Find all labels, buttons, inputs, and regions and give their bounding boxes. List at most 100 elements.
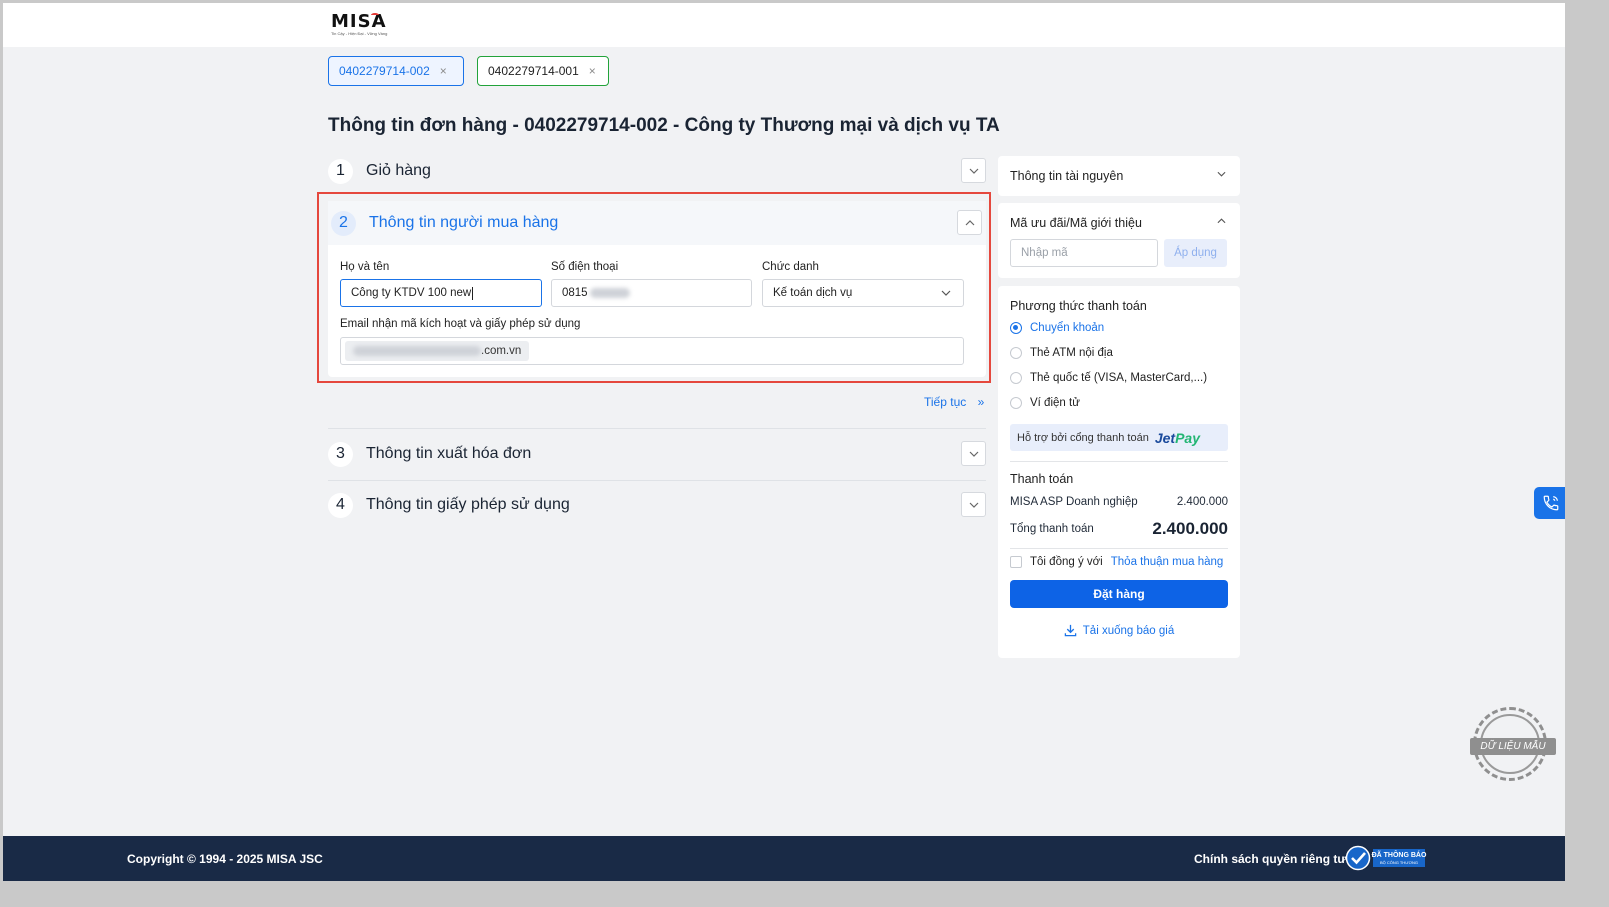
chevron-down-icon — [969, 502, 978, 508]
divider — [1010, 461, 1228, 462]
payment-option-label: Thẻ ATM nội địa — [1030, 347, 1113, 359]
chevron-down-icon — [969, 168, 978, 174]
download-quote-link[interactable]: Tải xuống báo giá — [998, 624, 1240, 637]
section-title: Thông tin xuất hóa đơn — [366, 445, 532, 462]
apply-button[interactable]: Áp dụng — [1164, 239, 1227, 267]
jetpay-logo-pay: Pay — [1175, 429, 1200, 446]
blurred-phone-digits — [589, 288, 630, 298]
collapse-button[interactable] — [957, 210, 982, 235]
phone-icon — [1543, 495, 1559, 511]
logo-accent-mark — [371, 13, 379, 17]
payment-option-atm[interactable]: Thẻ ATM nội địa — [1010, 347, 1113, 359]
tab-order-001[interactable]: 0402279714-001 × — [477, 56, 609, 86]
payment-option-label: Thẻ quốc tế (VISA, MasterCard,...) — [1030, 372, 1208, 384]
download-label: Tải xuống báo giá — [1082, 624, 1175, 637]
section-divider — [328, 480, 986, 481]
stamp-text: DỮ LIỆU MẪU — [1470, 738, 1556, 755]
payment-option-ewallet[interactable]: Ví điện tử — [1010, 397, 1080, 409]
tab-label: 0402279714-001 — [488, 64, 579, 78]
line-item-name: MISA ASP Doanh nghiệp — [1010, 496, 1138, 508]
name-label: Họ và tên — [340, 261, 390, 273]
expand-button[interactable] — [961, 158, 986, 183]
job-title-select[interactable]: Kế toán dịch vụ — [762, 279, 964, 307]
text-cursor — [472, 286, 474, 300]
payment-method-title: Phương thức thanh toán — [1010, 299, 1147, 313]
radio-checked-icon — [1010, 322, 1022, 334]
footer: Copyright © 1994 - 2025 MISA JSC Chính s… — [3, 836, 1565, 881]
verified-check-icon — [1345, 845, 1371, 871]
double-chevron-right-icon: » — [977, 395, 985, 409]
total-value: 2.400.000 — [1152, 519, 1228, 538]
place-order-button[interactable]: Đặt hàng — [1010, 580, 1228, 608]
page-title: Thông tin đơn hàng - 0402279714-002 - Cô… — [328, 115, 1000, 136]
badge-text: ĐÃ THÔNG BÁO BỘ CÔNG THƯƠNG — [1371, 849, 1427, 867]
radio-icon — [1010, 372, 1022, 384]
ministry-registration-badge[interactable]: ĐÃ THÔNG BÁO BỘ CÔNG THƯƠNG — [1345, 844, 1427, 872]
tab-order-002[interactable]: 0402279714-002 × — [328, 56, 464, 86]
misa-logo[interactable]: MISA Tin Cậy - Hiện Đại - Vững Vàng — [331, 13, 387, 39]
section-divider — [328, 428, 986, 429]
badge-line-1: ĐÃ THÔNG BÁO — [1371, 851, 1427, 859]
step-number: 4 — [328, 492, 353, 518]
step-number: 2 — [331, 210, 356, 236]
section-title: Giỏ hàng — [366, 162, 431, 179]
blurred-email-local — [353, 346, 481, 356]
continue-label: Tiếp tục — [924, 395, 967, 409]
line-item: MISA ASP Doanh nghiệp 2.400.000 — [1010, 496, 1228, 508]
agree-checkbox[interactable] — [1010, 556, 1022, 568]
badge-line-2: BỘ CÔNG THƯƠNG — [1379, 859, 1419, 865]
phone-field[interactable]: 0815 — [551, 279, 752, 307]
agree-row: Tôi đồng ý với Thỏa thuận mua hàng — [1010, 556, 1223, 568]
divider — [1010, 548, 1228, 549]
step-number: 3 — [328, 441, 353, 467]
promo-title: Mã ưu đãi/Mã giới thiệu — [1010, 216, 1142, 230]
section-cart[interactable]: 1 Giỏ hàng — [328, 151, 986, 191]
purchase-agreement-link[interactable]: Thỏa thuận mua hàng — [1111, 556, 1224, 568]
chevron-down-icon — [969, 451, 978, 457]
chevron-down-icon[interactable] — [1217, 169, 1226, 180]
logo-tagline: Tin Cậy - Hiện Đại - Vững Vàng — [331, 31, 388, 36]
radio-icon — [1010, 347, 1022, 359]
checkout-title: Thanh toán — [1010, 472, 1074, 486]
email-field[interactable]: .com.vn — [340, 337, 964, 365]
line-item-price: 2.400.000 — [1176, 496, 1228, 508]
job-title-label: Chức danh — [762, 261, 819, 273]
section-license[interactable]: 4 Thông tin giấy phép sử dụng — [328, 485, 986, 525]
tab-label: 0402279714-002 — [339, 64, 430, 78]
payment-option-label: Ví điện tử — [1030, 397, 1080, 409]
chevron-up-icon[interactable] — [1217, 216, 1226, 227]
email-domain: .com.vn — [481, 345, 522, 357]
total-label: Tổng thanh toán — [1010, 523, 1094, 535]
jetpay-text: Hỗ trợ bởi cổng thanh toán — [1017, 431, 1149, 444]
expand-button[interactable] — [961, 441, 986, 466]
section-title: Thông tin người mua hàng — [369, 214, 559, 231]
expand-button[interactable] — [961, 492, 986, 517]
download-icon — [1064, 624, 1077, 637]
radio-icon — [1010, 397, 1022, 409]
resource-card[interactable]: Thông tin tài nguyên — [998, 156, 1240, 196]
privacy-policy-link[interactable]: Chính sách quyền riêng tư — [1194, 852, 1346, 866]
continue-link[interactable]: Tiếp tục » — [924, 395, 984, 409]
payment-card: Nhập mã Áp dụng Phương thức thanh toán C… — [998, 239, 1240, 658]
copyright-text: Copyright © 1994 - 2025 MISA JSC — [127, 852, 323, 866]
payment-option-international-card[interactable]: Thẻ quốc tế (VISA, MasterCard,...) — [1010, 372, 1207, 384]
call-support-button[interactable] — [1534, 487, 1565, 519]
payment-option-transfer[interactable]: Chuyển khoản — [1010, 322, 1104, 334]
resource-title: Thông tin tài nguyên — [1010, 169, 1124, 183]
section-title: Thông tin giấy phép sử dụng — [366, 496, 570, 513]
email-tag[interactable]: .com.vn — [345, 341, 530, 361]
section-invoice[interactable]: 3 Thông tin xuất hóa đơn — [328, 434, 986, 474]
promo-code-input[interactable]: Nhập mã — [1010, 239, 1158, 267]
jetpay-banner: Hỗ trợ bởi cổng thanh toán JetPay — [1010, 424, 1228, 451]
name-field[interactable]: Công ty KTDV 100 new — [340, 279, 542, 307]
close-icon[interactable]: × — [589, 64, 596, 78]
chevron-down-icon — [941, 288, 951, 299]
email-label: Email nhận mã kích hoạt và giấy phép sử … — [340, 318, 581, 330]
agree-text: Tôi đồng ý với — [1030, 556, 1103, 568]
app-frame: MISA Tin Cậy - Hiện Đại - Vững Vàng 0402… — [3, 3, 1565, 881]
section-buyer-info: 2 Thông tin người mua hàng Họ và tên Côn… — [328, 201, 986, 377]
close-icon[interactable]: × — [440, 64, 447, 78]
phone-label: Số điện thoại — [551, 261, 619, 273]
top-bar: MISA Tin Cậy - Hiện Đại - Vững Vàng — [3, 3, 1565, 47]
section-buyer-header[interactable]: 2 Thông tin người mua hàng — [328, 201, 986, 245]
